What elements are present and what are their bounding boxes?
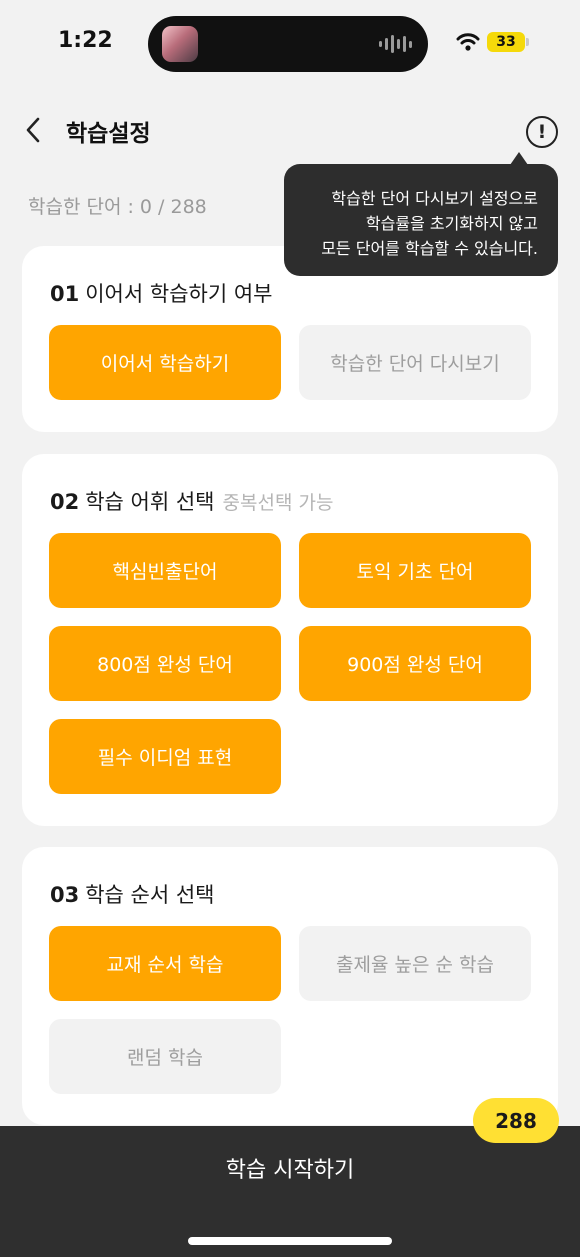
status-time: 1:22	[58, 28, 113, 53]
option-label: 필수 이디엄 표현	[97, 747, 233, 769]
section-label: 학습 순서 선택	[85, 883, 215, 907]
back-chevron-icon[interactable]	[22, 114, 46, 146]
random-order-button[interactable]: 랜덤 학습	[49, 1019, 281, 1094]
tooltip-line: 학습률을 초기화하지 않고	[365, 214, 538, 233]
page-title: 학습설정	[66, 121, 151, 147]
essential-idioms-button[interactable]: 필수 이디엄 표현	[49, 719, 281, 794]
tooltip-line: 학습한 단어 다시보기 설정으로	[331, 189, 538, 208]
audio-wave-icon	[379, 34, 412, 54]
core-frequent-words-button[interactable]: 핵심빈출단어	[49, 533, 281, 608]
section-title: 02 학습 어휘 선택 중복선택 가능	[50, 486, 333, 516]
section-number: 03	[50, 883, 80, 907]
battery-level: 33	[496, 34, 516, 50]
section-label: 학습 어휘 선택	[85, 490, 215, 514]
review-learned-words-button[interactable]: 학습한 단어 다시보기	[299, 325, 531, 400]
wifi-icon	[456, 33, 480, 51]
textbook-order-button[interactable]: 교재 순서 학습	[49, 926, 281, 1001]
home-indicator	[188, 1237, 392, 1245]
900-score-words-button[interactable]: 900점 완성 단어	[299, 626, 531, 701]
section-title: 01 이어서 학습하기 여부	[50, 278, 272, 308]
frequency-order-button[interactable]: 출제율 높은 순 학습	[299, 926, 531, 1001]
dynamic-island	[148, 16, 428, 72]
section-number: 01	[50, 282, 80, 306]
option-label: 랜덤 학습	[127, 1047, 203, 1069]
section-label: 이어서 학습하기 여부	[85, 282, 273, 306]
toeic-basic-words-button[interactable]: 토익 기초 단어	[299, 533, 531, 608]
multi-select-hint: 중복선택 가능	[222, 492, 334, 514]
info-glyph: !	[537, 121, 547, 143]
battery-tip	[526, 38, 529, 46]
option-label: 학습한 단어 다시보기	[330, 353, 500, 375]
option-label: 출제율 높은 순 학습	[336, 954, 494, 976]
info-tooltip: 학습한 단어 다시보기 설정으로 학습률을 초기화하지 않고 모든 단어를 학습…	[284, 152, 558, 276]
800-score-words-button[interactable]: 800점 완성 단어	[49, 626, 281, 701]
learned-words-progress: 학습한 단어 : 0 / 288	[28, 196, 207, 218]
option-label: 900점 완성 단어	[347, 654, 483, 676]
section-vocabulary-select: 02 학습 어휘 선택 중복선택 가능 핵심빈출단어 토익 기초 단어 800점 완…	[22, 454, 558, 826]
option-label: 800점 완성 단어	[97, 654, 233, 676]
battery-icon: 33	[487, 32, 525, 52]
section-title: 03 학습 순서 선택	[50, 879, 215, 909]
section-learning-order: 03 학습 순서 선택 교재 순서 학습 출제율 높은 순 학습 랜덤 학습	[22, 847, 558, 1125]
option-label: 이어서 학습하기	[100, 353, 230, 375]
info-icon[interactable]: !	[526, 116, 558, 148]
option-label: 교재 순서 학습	[106, 954, 224, 976]
continue-learning-button[interactable]: 이어서 학습하기	[49, 325, 281, 400]
word-count: 288	[495, 1108, 537, 1133]
now-playing-thumbnail	[162, 26, 198, 62]
option-label: 토익 기초 단어	[356, 561, 474, 583]
word-count-badge: 288	[473, 1098, 559, 1143]
status-bar: 1:22 33	[0, 0, 580, 90]
option-label: 핵심빈출단어	[112, 561, 218, 583]
section-number: 02	[50, 490, 80, 514]
tooltip-line: 모든 단어를 학습할 수 있습니다.	[321, 239, 538, 258]
